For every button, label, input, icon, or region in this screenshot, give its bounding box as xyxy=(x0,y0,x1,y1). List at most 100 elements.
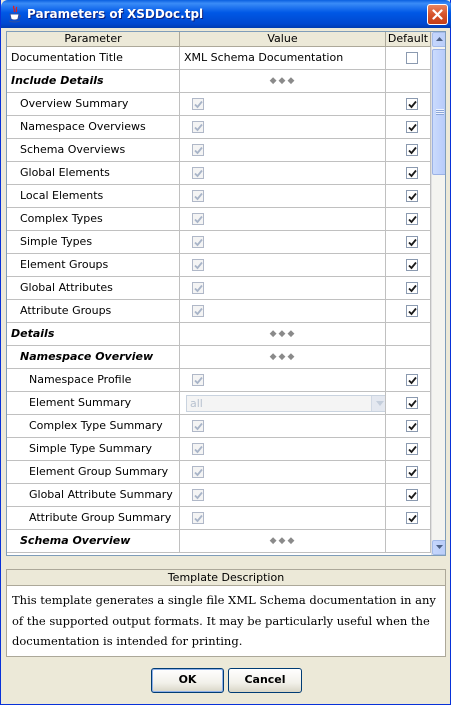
default-checkbox[interactable] xyxy=(406,512,418,524)
value-checkbox[interactable] xyxy=(192,489,204,501)
parameter-value[interactable] xyxy=(180,93,386,115)
default-checkbox[interactable] xyxy=(406,52,418,64)
value-checkbox[interactable] xyxy=(192,167,204,179)
table-row[interactable]: Details ◆◆◆ xyxy=(7,323,431,346)
value-checkbox[interactable] xyxy=(192,282,204,294)
default-checkbox[interactable] xyxy=(406,213,418,225)
default-cell xyxy=(386,185,431,207)
parameter-value[interactable] xyxy=(180,116,386,138)
default-checkbox[interactable] xyxy=(406,374,418,386)
table-row[interactable]: Global Elements xyxy=(7,162,431,185)
value-checkbox[interactable] xyxy=(192,213,204,225)
parameter-name: Element Groups xyxy=(7,254,180,276)
scroll-down-button[interactable] xyxy=(432,540,445,555)
default-checkbox[interactable] xyxy=(406,259,418,271)
scroll-thumb[interactable] xyxy=(432,49,445,175)
table-row[interactable]: Include Details ◆◆◆ xyxy=(7,70,431,93)
parameter-value[interactable] xyxy=(180,484,386,506)
column-header-parameter[interactable]: Parameter xyxy=(7,32,180,47)
parameter-value[interactable] xyxy=(180,415,386,437)
parameter-name: Complex Type Summary xyxy=(7,415,180,437)
scroll-up-button[interactable] xyxy=(432,32,445,47)
default-checkbox[interactable] xyxy=(406,305,418,317)
table-row[interactable]: Element Summary all xyxy=(7,392,431,415)
parameter-value[interactable] xyxy=(180,369,386,391)
table-row[interactable]: Complex Type Summary xyxy=(7,415,431,438)
parameter-value[interactable]: XML Schema Documentation xyxy=(180,47,386,69)
table-row[interactable]: Schema Overviews xyxy=(7,139,431,162)
parameter-value[interactable] xyxy=(180,162,386,184)
ok-button[interactable]: OK xyxy=(151,668,224,693)
value-checkbox[interactable] xyxy=(192,466,204,478)
parameter-name: Element Group Summary xyxy=(7,461,180,483)
value-checkbox[interactable] xyxy=(192,305,204,317)
table-row[interactable]: Namespace Overviews xyxy=(7,116,431,139)
table-row[interactable]: Simple Type Summary xyxy=(7,438,431,461)
title-text-input[interactable]: XML Schema Documentation xyxy=(180,47,385,69)
diamonds-icon: ◆◆◆ xyxy=(269,329,297,339)
table-row[interactable]: Schema Overview ◆◆◆ xyxy=(7,530,431,553)
default-checkbox[interactable] xyxy=(406,98,418,110)
table-row[interactable]: Global Attributes xyxy=(7,277,431,300)
value-checkbox[interactable] xyxy=(192,374,204,386)
combo-dropdown-button[interactable] xyxy=(371,396,385,411)
value-checkbox[interactable] xyxy=(192,443,204,455)
vertical-scrollbar[interactable] xyxy=(431,32,445,555)
parameter-value[interactable] xyxy=(180,231,386,253)
parameter-name: Overview Summary xyxy=(7,93,180,115)
parameter-value[interactable] xyxy=(180,507,386,529)
table-row[interactable]: Simple Types xyxy=(7,231,431,254)
default-checkbox[interactable] xyxy=(406,489,418,501)
default-checkbox[interactable] xyxy=(406,167,418,179)
value-checkbox[interactable] xyxy=(192,98,204,110)
table-row[interactable]: Element Groups xyxy=(7,254,431,277)
default-checkbox[interactable] xyxy=(406,420,418,432)
parameter-value[interactable] xyxy=(180,438,386,460)
value-checkbox[interactable] xyxy=(192,512,204,524)
parameter-value[interactable] xyxy=(180,139,386,161)
table-row[interactable]: Complex Types xyxy=(7,208,431,231)
default-checkbox[interactable] xyxy=(406,466,418,478)
default-checkbox[interactable] xyxy=(406,236,418,248)
table-row[interactable]: Local Elements xyxy=(7,185,431,208)
parameter-value[interactable] xyxy=(180,461,386,483)
default-checkbox[interactable] xyxy=(406,397,418,409)
element-summary-combo[interactable]: all xyxy=(186,395,385,412)
table-row[interactable]: Overview Summary xyxy=(7,93,431,116)
default-checkbox[interactable] xyxy=(406,190,418,202)
default-checkbox[interactable] xyxy=(406,282,418,294)
table-row[interactable]: Global Attribute Summary xyxy=(7,484,431,507)
value-checkbox[interactable] xyxy=(192,144,204,156)
table-row[interactable]: Documentation Title XML Schema Documentat… xyxy=(7,47,431,70)
title-bar[interactable]: Parameters of XSDDoc.tpl xyxy=(1,0,451,28)
parameter-value[interactable] xyxy=(180,208,386,230)
diamonds-icon: ◆◆◆ xyxy=(269,536,297,546)
parameter-value[interactable] xyxy=(180,254,386,276)
default-checkbox[interactable] xyxy=(406,121,418,133)
close-button[interactable] xyxy=(427,4,448,25)
parameter-value[interactable] xyxy=(180,277,386,299)
table-row[interactable]: Element Group Summary xyxy=(7,461,431,484)
default-checkbox[interactable] xyxy=(406,443,418,455)
value-checkbox[interactable] xyxy=(192,420,204,432)
table-row[interactable]: Namespace Profile xyxy=(7,369,431,392)
value-checkbox[interactable] xyxy=(192,190,204,202)
arrow-down-icon xyxy=(436,545,443,549)
parameter-name: Attribute Groups xyxy=(7,300,180,322)
column-header-default[interactable]: Default xyxy=(386,32,431,47)
parameter-value[interactable]: all xyxy=(180,392,386,414)
table-row[interactable]: Namespace Overview ◆◆◆ xyxy=(7,346,431,369)
parameter-name: Simple Types xyxy=(7,231,180,253)
column-header-value[interactable]: Value xyxy=(180,32,386,47)
default-checkbox[interactable] xyxy=(406,144,418,156)
parameter-name: Include Details xyxy=(7,70,180,92)
table-row[interactable]: Attribute Group Summary xyxy=(7,507,431,530)
parameter-value[interactable] xyxy=(180,185,386,207)
value-checkbox[interactable] xyxy=(192,259,204,271)
value-checkbox[interactable] xyxy=(192,236,204,248)
value-checkbox[interactable] xyxy=(192,121,204,133)
parameter-value[interactable] xyxy=(180,300,386,322)
cancel-button[interactable]: Cancel xyxy=(228,668,302,693)
table-row[interactable]: Attribute Groups xyxy=(7,300,431,323)
chevron-down-icon xyxy=(376,401,384,406)
